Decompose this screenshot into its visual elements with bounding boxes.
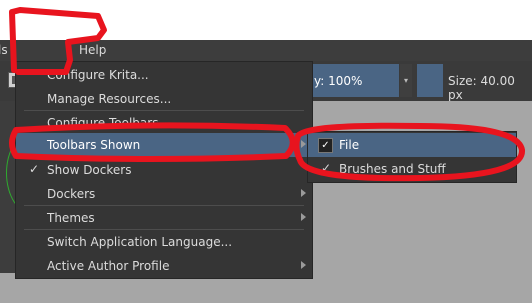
menu-item-themes[interactable]: Themes xyxy=(16,206,312,230)
size-text: Size: 40.00 px xyxy=(448,74,515,102)
menu-item-switch-language[interactable]: Switch Application Language... xyxy=(16,230,312,254)
menu-item-toolbars-shown[interactable]: Toolbars Shown xyxy=(16,133,312,157)
menu-item-label: Show Dockers xyxy=(47,163,132,177)
menu-item-active-author-profile[interactable]: Active Author Profile xyxy=(16,254,312,278)
size-slider[interactable]: Size: 40.00 px xyxy=(443,64,532,102)
size-slider-fill[interactable] xyxy=(417,64,443,97)
submenu-arrow-icon xyxy=(301,140,306,148)
submenu-arrow-icon xyxy=(301,213,306,221)
menu-item-label: Toolbars Shown xyxy=(47,138,141,152)
menu-item-configure-toolbars[interactable]: Configure Toolbars... xyxy=(16,111,312,135)
opacity-text: y: 100% xyxy=(314,74,363,88)
checkbox-checked-icon: ✓ xyxy=(318,138,333,153)
menu-item-configure-krita[interactable]: Configure Krita... xyxy=(16,63,312,87)
menubar: ls Help xyxy=(0,40,532,61)
menu-item-dockers[interactable]: Dockers xyxy=(16,182,312,206)
menu-item-label: Themes xyxy=(47,211,95,225)
menu-item-label: Configure Krita... xyxy=(47,68,149,82)
menu-item-label: Switch Application Language... xyxy=(47,235,233,249)
submenu-arrow-icon xyxy=(301,261,306,269)
check-icon: ✓ xyxy=(29,162,40,176)
window-top-area xyxy=(0,0,532,40)
submenu-item-brushes-and-stuff[interactable]: ✓ Brushes and Stuff xyxy=(308,157,516,181)
submenu-item-label: File xyxy=(339,138,360,152)
menu-help[interactable]: Help xyxy=(79,43,106,57)
submenu-item-label: Brushes and Stuff xyxy=(339,162,446,176)
menu-settings-label: Settings xyxy=(2,3,52,17)
menu-item-label: Manage Resources... xyxy=(47,92,172,106)
menu-item-label: Dockers xyxy=(47,187,96,201)
submenu-arrow-icon xyxy=(301,189,306,197)
submenu-item-file[interactable]: ✓ File xyxy=(308,133,516,157)
menu-item-manage-resources[interactable]: Manage Resources... xyxy=(16,87,312,111)
menu-item-label: Active Author Profile xyxy=(47,259,170,273)
opacity-dropdown-icon[interactable]: ▾ xyxy=(400,64,412,97)
menu-item-label: Configure Toolbars... xyxy=(47,116,170,130)
settings-menu: Configure Krita... Manage Resources... C… xyxy=(15,61,313,279)
check-icon: ✓ xyxy=(321,161,332,175)
menu-tools[interactable]: ls xyxy=(0,43,8,57)
toolbars-submenu: ✓ File ✓ Brushes and Stuff xyxy=(307,131,517,183)
menu-item-show-dockers[interactable]: ✓ Show Dockers xyxy=(16,158,312,182)
